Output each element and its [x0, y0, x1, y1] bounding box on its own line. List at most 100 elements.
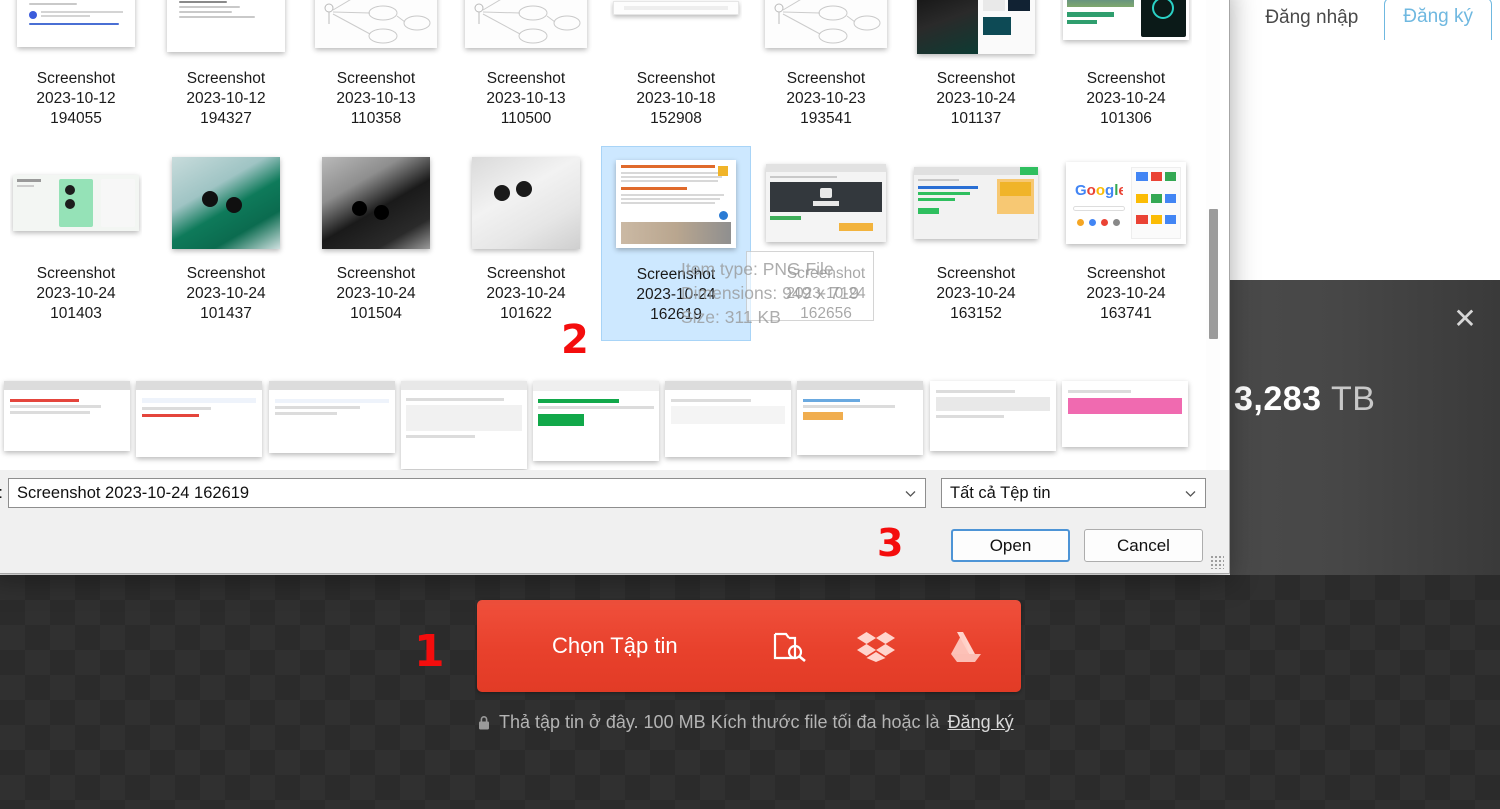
list-item[interactable] [1059, 381, 1191, 469]
file-thumbnail: Google [1060, 150, 1192, 256]
file-name-line2: 2023-10-24 [936, 90, 1016, 107]
chevron-down-icon[interactable] [1184, 487, 1197, 500]
file-name-line2: 2023-10-18 [636, 90, 716, 107]
file-name-line2: 2023-10-24 [1086, 90, 1166, 107]
google-drive-icon[interactable] [945, 630, 981, 662]
resize-grip-icon[interactable] [1210, 555, 1224, 569]
file-item[interactable]: Screenshot 2023-10-23 193541 [751, 0, 901, 146]
file-name-line2: 2023-10-24 [936, 285, 1016, 302]
file-name-line1: Screenshot [336, 265, 416, 282]
filename-value: Screenshot 2023-10-24 162619 [17, 483, 250, 502]
chevron-down-icon[interactable] [904, 487, 917, 500]
file-name-line2: 2023-10-24 [336, 285, 416, 302]
file-grid: Screenshot 2023-10-12 194055 Screenshot 2023… [1, 0, 1201, 341]
lock-icon [477, 715, 491, 731]
file-item[interactable]: Screenshot 2023-10-24 101403 [1, 146, 151, 341]
filename-input[interactable]: Screenshot 2023-10-24 162619 [8, 478, 926, 508]
file-name-line1: Screenshot [486, 70, 566, 87]
file-item[interactable]: Screenshot 2023-10-24 101437 [151, 146, 301, 341]
file-item[interactable]: Screenshot 2023-10-13 110358 [301, 0, 451, 146]
file-label: Screenshot 2023-10-24 163741 [1086, 264, 1165, 324]
file-label: Screenshot 2023-10-24 162656 [786, 264, 865, 324]
annotation-2: 2 [561, 317, 589, 363]
page-root: Đăng nhập Đăng ký ✕ 3,283 TB Chọn Tập ti… [0, 0, 1500, 809]
file-name-line3: 194055 [50, 110, 102, 127]
file-label: Screenshot 2023-10-24 101403 [36, 264, 115, 324]
file-thumbnail [610, 151, 742, 257]
list-item[interactable] [265, 381, 397, 469]
list-item[interactable] [133, 381, 265, 469]
drop-hint: Thả tập tin ở đây. 100 MB Kích thước fil… [477, 712, 1077, 733]
drop-hint-signup-link[interactable]: Đăng ký [948, 712, 1014, 733]
signup-tab[interactable]: Đăng ký [1384, 0, 1492, 40]
file-name-line2: 2023-10-24 [36, 285, 116, 302]
login-link[interactable]: Đăng nhập [1265, 0, 1370, 29]
close-icon[interactable]: ✕ [1452, 305, 1478, 333]
open-button[interactable]: Open [951, 529, 1070, 562]
storage-number: 3,283 [1234, 380, 1322, 418]
list-item[interactable] [794, 381, 926, 469]
file-item[interactable]: Screenshot 2023-10-24 101137 [901, 0, 1051, 146]
list-item[interactable] [927, 381, 1059, 469]
file-item[interactable]: Screenshot 2023-10-24 101504 [301, 146, 451, 341]
auth-bar: Đăng nhập Đăng ký [1200, 0, 1500, 46]
file-thumbnail [910, 150, 1042, 256]
file-thumbnail [160, 150, 292, 256]
file-name-line2: 2023-10-24 [636, 286, 716, 303]
file-label: Screenshot 2023-10-12 194327 [186, 69, 265, 129]
file-name-line3: 101437 [200, 305, 252, 322]
file-item[interactable]: Screenshot 2023-10-24 162656 [751, 146, 901, 341]
list-item[interactable] [662, 381, 794, 469]
file-label: Screenshot 2023-10-12 194055 [36, 69, 115, 129]
choose-file-button[interactable]: Chọn Tập tin [477, 600, 1021, 692]
file-label: Screenshot 2023-10-18 152908 [636, 69, 715, 129]
file-label: Screenshot 2023-10-24 101437 [186, 264, 265, 324]
file-label: Screenshot 2023-10-24 162619 [636, 265, 715, 325]
file-item[interactable]: Google Screenshot 2023-10-24 163741 [1051, 146, 1201, 341]
list-item[interactable] [1, 381, 133, 469]
scrollbar-thumb[interactable] [1209, 209, 1218, 339]
file-list-area[interactable]: Screenshot 2023-10-12 194055 Screenshot 2023… [0, 0, 1229, 470]
annotation-3: 3 [877, 521, 904, 565]
file-name-line3: 101137 [950, 110, 1002, 127]
file-item[interactable]: Screenshot 2023-10-12 194055 [1, 0, 151, 146]
file-item[interactable]: Screenshot 2023-10-24 101622 [451, 146, 601, 341]
svg-text:Google: Google [1075, 182, 1123, 198]
file-list-scrollbar[interactable] [1206, 0, 1220, 470]
file-label: Screenshot 2023-10-13 110358 [336, 69, 415, 129]
file-label: Screenshot 2023-10-24 163152 [936, 264, 1015, 324]
file-name-line3: 110500 [500, 110, 552, 127]
file-name-line1: Screenshot [636, 70, 716, 87]
file-name-line1: Screenshot [936, 70, 1016, 87]
file-name-line1: Screenshot [786, 265, 866, 282]
file-thumbnail [910, 0, 1042, 61]
file-thumbnail [610, 0, 742, 61]
file-name-line2: 2023-10-24 [1086, 285, 1166, 302]
file-name-line1: Screenshot [186, 265, 266, 282]
file-thumbnail [10, 150, 142, 256]
list-item[interactable] [530, 381, 662, 469]
storage-panel: ✕ 3,283 TB [1230, 280, 1500, 575]
file-item[interactable]: Screenshot 2023-10-13 110500 [451, 0, 601, 146]
file-item[interactable]: Screenshot 2023-10-12 194327 [151, 0, 301, 146]
file-item[interactable]: Screenshot 2023-10-24 163152 [901, 146, 1051, 341]
file-name-line1: Screenshot [186, 70, 266, 87]
cancel-button[interactable]: Cancel [1084, 529, 1203, 562]
file-item-selected[interactable]: Screenshot 2023-10-24 162619 [601, 146, 751, 341]
file-name-line3: 101306 [1100, 110, 1152, 127]
file-label: Screenshot 2023-10-24 101504 [336, 264, 415, 324]
file-item[interactable]: Screenshot 2023-10-24 101306 [1051, 0, 1201, 146]
folder-search-icon[interactable] [773, 630, 807, 662]
file-name-line3: 101504 [350, 305, 402, 322]
file-item[interactable]: Screenshot 2023-10-18 152908 [601, 0, 751, 146]
file-open-dialog: Screenshot 2023-10-12 194055 Screenshot 2023… [0, 0, 1230, 574]
file-grid-row-partial [1, 381, 1191, 469]
dropbox-icon[interactable] [856, 630, 895, 662]
file-name-line2: 2023-10-13 [336, 90, 416, 107]
file-name-line2: 2023-10-24 [186, 285, 266, 302]
storage-unit: TB [1330, 380, 1376, 418]
filetype-select[interactable]: Tất cả Tệp tin [941, 478, 1206, 508]
list-item[interactable] [398, 381, 530, 469]
file-name-line1: Screenshot [36, 265, 116, 282]
file-name-line3: 101622 [500, 305, 552, 322]
